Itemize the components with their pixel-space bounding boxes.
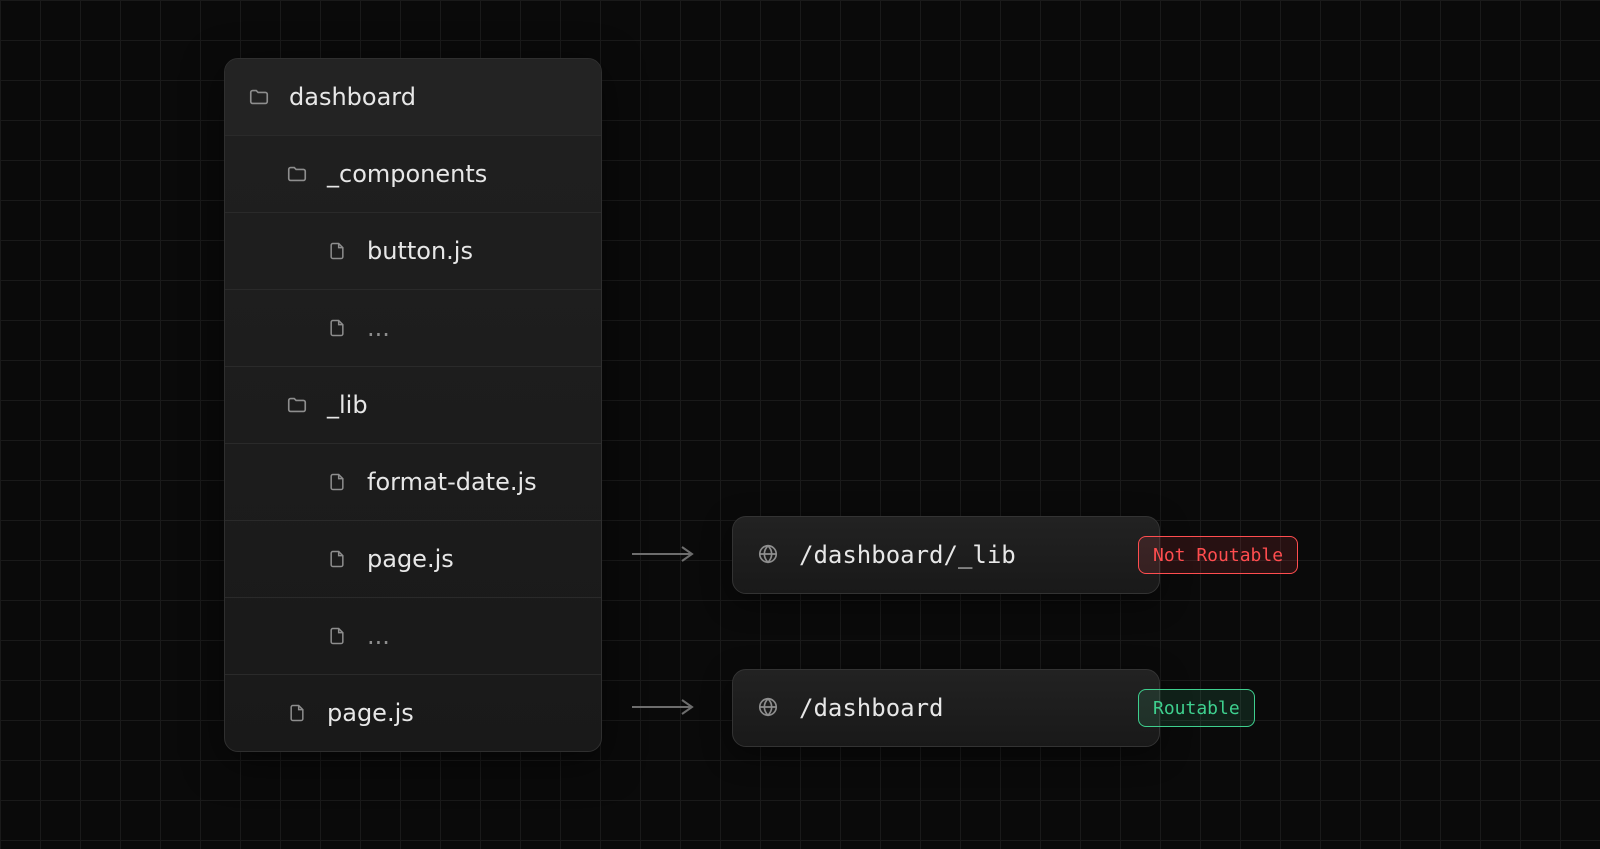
tree-lib-page-label: page.js [367, 545, 454, 573]
tree-ellipsis2-label: ... [367, 622, 390, 650]
file-tree: dashboard _components button.js ... _lib [224, 58, 602, 752]
tree-lib-label: _lib [327, 391, 368, 419]
tree-lib-row: _lib [225, 366, 601, 443]
tree-components-row: _components [225, 135, 601, 212]
globe-icon [757, 543, 781, 567]
file-icon [325, 472, 349, 492]
tree-components-label: _components [327, 160, 487, 188]
arrow-icon [632, 542, 698, 566]
tree-button-label: button.js [367, 237, 473, 265]
file-icon [325, 549, 349, 569]
folder-icon [285, 163, 309, 185]
badge-not-routable: Not Routable [1138, 536, 1298, 574]
tree-lib-page-row: page.js [225, 520, 601, 597]
file-icon [325, 318, 349, 338]
badge-not-routable-text: Not Routable [1153, 545, 1283, 566]
tree-root-label: dashboard [289, 83, 416, 111]
diagram-stage: dashboard _components button.js ... _lib [0, 0, 1600, 849]
badge-routable: Routable [1138, 689, 1255, 727]
tree-ellipsis-label: ... [367, 314, 390, 342]
file-icon [325, 626, 349, 646]
route-box-root: /dashboard [732, 669, 1160, 747]
tree-root-page-row: page.js [225, 674, 601, 751]
file-icon [325, 241, 349, 261]
arrow-icon [632, 695, 698, 719]
tree-ellipsis-row: ... [225, 289, 601, 366]
file-icon [285, 703, 309, 723]
folder-icon [247, 86, 271, 108]
badge-routable-text: Routable [1153, 698, 1240, 719]
tree-root-page-label: page.js [327, 699, 414, 727]
tree-formatdate-label: format-date.js [367, 468, 537, 496]
folder-icon [285, 394, 309, 416]
tree-ellipsis2-row: ... [225, 597, 601, 674]
tree-root-row: dashboard [225, 59, 601, 135]
route-box-lib: /dashboard/_lib [732, 516, 1160, 594]
globe-icon [757, 696, 781, 720]
route-path-root: /dashboard [799, 694, 944, 722]
route-path-lib: /dashboard/_lib [799, 541, 1016, 569]
tree-button-row: button.js [225, 212, 601, 289]
tree-formatdate-row: format-date.js [225, 443, 601, 520]
